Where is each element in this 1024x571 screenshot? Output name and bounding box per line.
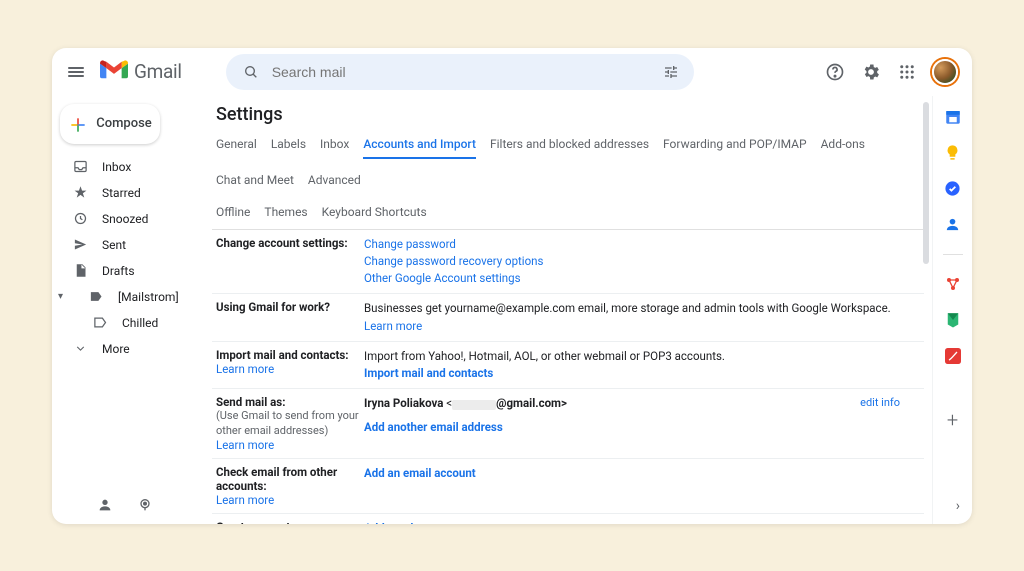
link-add-email[interactable]: Add another email address xyxy=(364,419,920,436)
tab-filters[interactable]: Filters and blocked addresses xyxy=(490,137,649,159)
file-icon xyxy=(72,263,88,279)
support-icon[interactable] xyxy=(824,61,846,83)
label-icon xyxy=(92,315,108,331)
sidebar-item-drafts[interactable]: Drafts xyxy=(52,258,204,284)
settings-table: Change account settings: Change password… xyxy=(212,230,924,524)
link-sendas-learn[interactable]: Learn more xyxy=(216,438,274,452)
tab-forwarding[interactable]: Forwarding and POP/IMAP xyxy=(663,137,807,159)
clock-icon xyxy=(72,211,88,227)
addon-icon-3[interactable] xyxy=(944,347,962,365)
calendar-icon[interactable] xyxy=(944,108,962,126)
settings-tabs-row2: Offline Themes Keyboard Shortcuts xyxy=(212,201,924,230)
gmail-logo[interactable]: Gmail xyxy=(100,59,182,85)
sidebar-item-chilled[interactable]: Chilled xyxy=(52,310,204,336)
account-avatar[interactable] xyxy=(932,59,958,85)
location-icon[interactable] xyxy=(134,494,156,516)
row-change-account: Change account settings: Change password… xyxy=(212,230,924,295)
tab-themes[interactable]: Themes xyxy=(264,205,307,225)
search-bar[interactable] xyxy=(226,54,694,90)
tab-shortcuts[interactable]: Keyboard Shortcuts xyxy=(322,205,427,225)
label-icon xyxy=(88,289,104,305)
header: Gmail xyxy=(52,48,972,96)
link-check-learn[interactable]: Learn more xyxy=(216,493,274,507)
sidebar-item-sent[interactable]: Sent xyxy=(52,232,204,258)
tab-advanced[interactable]: Advanced xyxy=(308,173,361,193)
link-edit-info[interactable]: edit info xyxy=(860,395,920,412)
gmail-window: Gmail xyxy=(52,48,972,524)
row-check-accounts: Check email from other accounts:Learn mo… xyxy=(212,459,924,514)
tab-accounts-import[interactable]: Accounts and Import xyxy=(363,137,476,159)
send-icon xyxy=(72,237,88,253)
tab-general[interactable]: General xyxy=(216,137,257,159)
link-import-learn[interactable]: Learn more xyxy=(216,362,274,376)
sidebar-item-inbox[interactable]: Inbox xyxy=(52,154,204,180)
sidebar-item-starred[interactable]: Starred xyxy=(52,180,204,206)
link-import-mail[interactable]: Import mail and contacts xyxy=(364,365,920,382)
settings-icon[interactable] xyxy=(860,61,882,83)
tab-inbox[interactable]: Inbox xyxy=(320,137,349,159)
contacts-icon[interactable] xyxy=(944,216,962,234)
tasks-icon[interactable] xyxy=(944,180,962,198)
person-icon[interactable] xyxy=(94,494,116,516)
star-icon xyxy=(72,185,88,201)
keep-icon[interactable] xyxy=(944,144,962,162)
body: Compose Inbox Starred Snoozed Sent Draft… xyxy=(52,96,972,524)
send-as-value: Iryna Poliakova <@gmail.com> xyxy=(364,395,567,412)
compose-label: Compose xyxy=(96,116,152,131)
sidebar-item-snoozed[interactable]: Snoozed xyxy=(52,206,204,232)
link-add-email-account[interactable]: Add an email account xyxy=(364,466,476,480)
link-change-password[interactable]: Change password xyxy=(364,236,920,253)
row-import: Import mail and contacts:Learn more Impo… xyxy=(212,342,924,390)
tab-labels[interactable]: Labels xyxy=(271,137,306,159)
search-icon[interactable] xyxy=(240,61,262,83)
compose-button[interactable]: Compose xyxy=(60,104,160,144)
tab-chat[interactable]: Chat and Meet xyxy=(216,173,294,193)
main-menu-icon[interactable] xyxy=(66,62,86,82)
settings-main: Settings General Labels Inbox Accounts a… xyxy=(204,96,932,524)
page-title: Settings xyxy=(216,104,924,125)
gmail-logo-icon xyxy=(100,59,128,85)
sidebar-item-more[interactable]: More xyxy=(52,336,204,362)
scrollbar[interactable] xyxy=(923,102,929,264)
search-options-icon[interactable] xyxy=(660,61,682,83)
chevron-down-icon xyxy=(72,341,88,357)
caret-down-icon: ▾ xyxy=(58,291,68,302)
sidebar-footer xyxy=(52,486,204,524)
sidebar-item-mailstrom[interactable]: ▾[Mailstrom] xyxy=(52,284,204,310)
addon-icon-1[interactable] xyxy=(944,275,962,293)
gmail-logo-text: Gmail xyxy=(134,60,182,83)
row-using-for-work: Using Gmail for work? Businesses get you… xyxy=(212,294,924,342)
row-grant-access: Grant access to your account:(Allow othe… xyxy=(212,514,924,524)
sidebar: Compose Inbox Starred Snoozed Sent Draft… xyxy=(52,96,204,524)
link-add-another-account[interactable]: Add another account xyxy=(364,520,920,524)
row-send-as: Send mail as:(Use Gmail to send from you… xyxy=(212,389,924,459)
compose-plus-icon xyxy=(68,115,86,133)
inbox-icon xyxy=(72,159,88,175)
link-recovery-options[interactable]: Change password recovery options xyxy=(364,253,920,270)
link-workspace-learn[interactable]: Learn more xyxy=(364,319,422,333)
get-addons-icon[interactable]: + xyxy=(944,411,962,429)
tab-offline[interactable]: Offline xyxy=(216,205,250,225)
addon-icon-2[interactable] xyxy=(944,311,962,329)
search-input[interactable] xyxy=(272,64,660,80)
settings-tabs-row1: General Labels Inbox Accounts and Import… xyxy=(212,133,924,197)
apps-icon[interactable] xyxy=(896,61,918,83)
side-panel: + xyxy=(932,96,972,524)
link-other-settings[interactable]: Other Google Account settings xyxy=(364,270,920,287)
hide-side-panel-icon[interactable]: › xyxy=(956,498,960,514)
tab-addons[interactable]: Add-ons xyxy=(821,137,865,159)
header-actions xyxy=(824,59,958,85)
